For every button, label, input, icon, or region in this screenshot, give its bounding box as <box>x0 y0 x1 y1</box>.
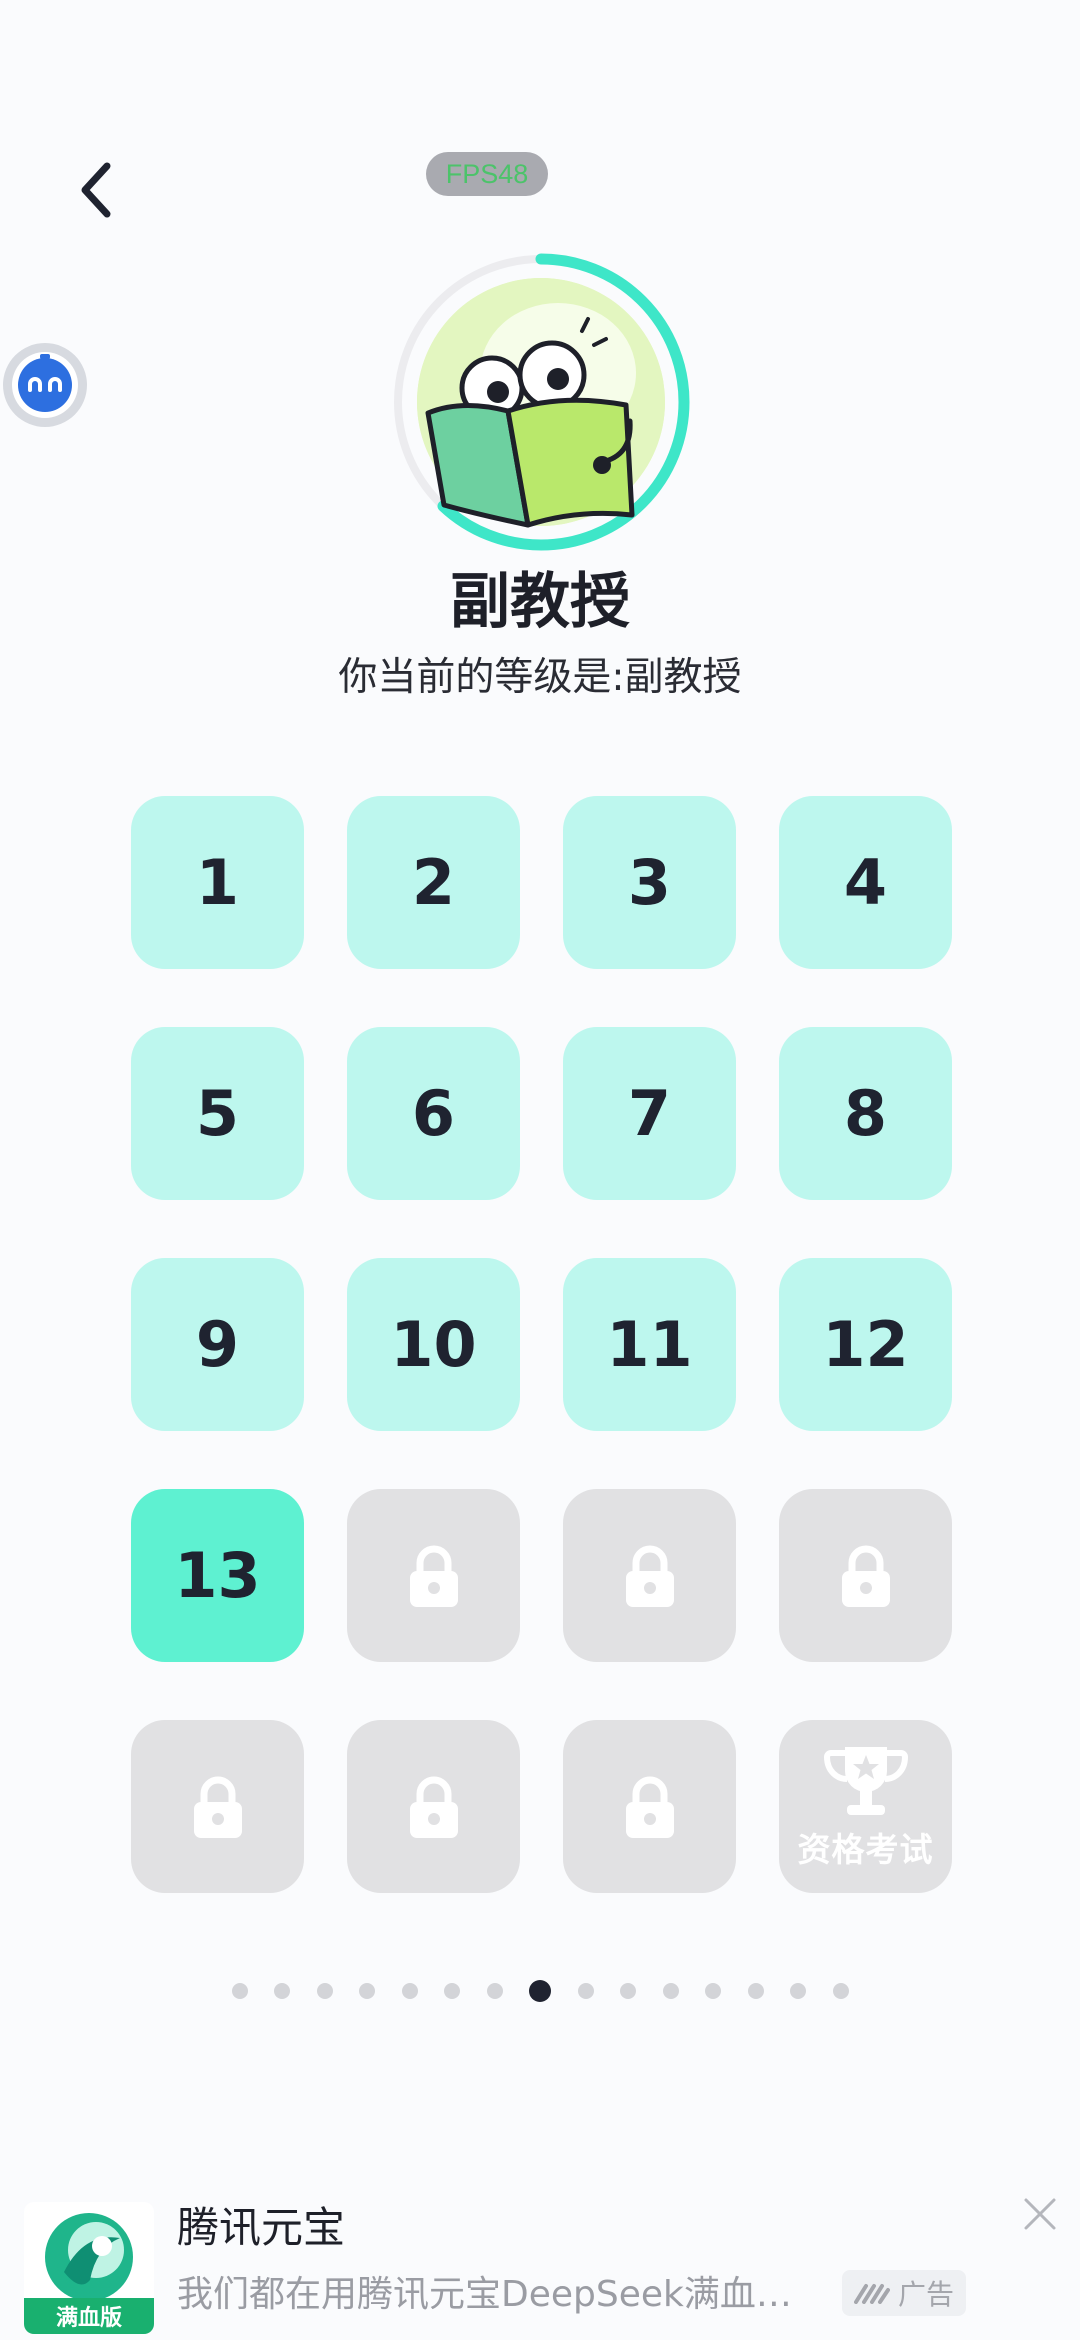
ad-brand-icon <box>853 2284 890 2304</box>
level-tile-17 <box>131 1720 304 1893</box>
level-tile-18 <box>347 1720 520 1893</box>
logo-badge-text: 满血版 <box>56 2305 122 2331</box>
page-dot[interactable] <box>486 1983 503 1999</box>
level-tile-15 <box>563 1489 736 1662</box>
lock-icon <box>409 1776 458 1838</box>
page-dot[interactable] <box>401 1983 418 1999</box>
page-dot[interactable] <box>316 1983 333 1999</box>
level-tile-1[interactable]: 1 <box>131 796 304 969</box>
level-tile-8[interactable]: 8 <box>779 1027 952 1200</box>
page-dot[interactable] <box>747 1983 764 1999</box>
lock-icon <box>625 1776 674 1838</box>
lock-icon <box>193 1776 242 1838</box>
trophy-icon <box>823 1746 908 1815</box>
page-dot[interactable] <box>620 1983 636 1999</box>
lock-icon <box>841 1545 890 1607</box>
ad-title: 腾讯元宝 <box>177 2203 346 2252</box>
ad-tag: 广告 <box>842 2270 966 2316</box>
level-tile-16 <box>779 1489 952 1662</box>
level-tile-5[interactable]: 5 <box>131 1027 304 1200</box>
ad-description: 我们都在用腾讯元宝DeepSeek满血版... <box>177 2274 817 2315</box>
level-description: 你当前的等级是:副教授 <box>338 655 742 700</box>
level-tile-7[interactable]: 7 <box>563 1027 736 1200</box>
page-dot[interactable] <box>274 1983 290 1999</box>
floating-assistant-button[interactable] <box>0 340 90 430</box>
page-dot[interactable] <box>231 1983 248 1999</box>
page-dot-active[interactable] <box>529 1980 551 2002</box>
page-dot[interactable] <box>790 1983 806 1999</box>
page-dot[interactable] <box>359 1983 375 1999</box>
close-icon <box>1024 2198 1056 2230</box>
chevron-left-icon <box>81 162 111 218</box>
page-indicator <box>0 1980 1080 2002</box>
exam-label: 资格考试 <box>797 1829 934 1869</box>
level-tile-19 <box>563 1720 736 1893</box>
ad-banner[interactable]: 满血版 腾讯元宝 我们都在用腾讯元宝DeepSeek满血版... 广告 <box>0 2190 1080 2340</box>
reading-frog-mascot <box>417 278 665 528</box>
level-progress-ring <box>392 253 690 551</box>
level-avatar <box>392 253 690 551</box>
ad-tag-label: 广告 <box>897 2278 954 2311</box>
fps-badge: FPS48 <box>426 152 548 196</box>
level-tile-4[interactable]: 4 <box>779 796 952 969</box>
lock-icon <box>409 1545 458 1607</box>
back-button[interactable] <box>60 150 130 230</box>
level-tile-13[interactable]: 13 <box>131 1489 304 1662</box>
level-tile-3[interactable]: 3 <box>563 796 736 969</box>
level-tile-2[interactable]: 2 <box>347 796 520 969</box>
level-tile-6[interactable]: 6 <box>347 1027 520 1200</box>
level-grid: 1 2 3 4 5 6 7 8 9 10 11 12 13 资格考试 <box>131 796 952 1893</box>
page-dot[interactable] <box>832 1983 849 1999</box>
robot-face-icon <box>3 343 87 427</box>
page-dot[interactable] <box>662 1983 679 1999</box>
level-title: 副教授 <box>450 567 630 637</box>
level-tile-10[interactable]: 10 <box>347 1258 520 1431</box>
level-tile-9[interactable]: 9 <box>131 1258 304 1431</box>
page-dot[interactable] <box>577 1983 594 1999</box>
level-tile-11[interactable]: 11 <box>563 1258 736 1431</box>
lock-icon <box>625 1545 674 1607</box>
ad-close-button[interactable] <box>1018 2192 1062 2236</box>
app-logo: 满血版 <box>24 2202 154 2334</box>
level-tile-12[interactable]: 12 <box>779 1258 952 1431</box>
qualification-exam-tile[interactable]: 资格考试 <box>779 1720 952 1893</box>
level-tile-14 <box>347 1489 520 1662</box>
page-dot[interactable] <box>444 1983 460 1999</box>
page-dot[interactable] <box>705 1983 721 1999</box>
